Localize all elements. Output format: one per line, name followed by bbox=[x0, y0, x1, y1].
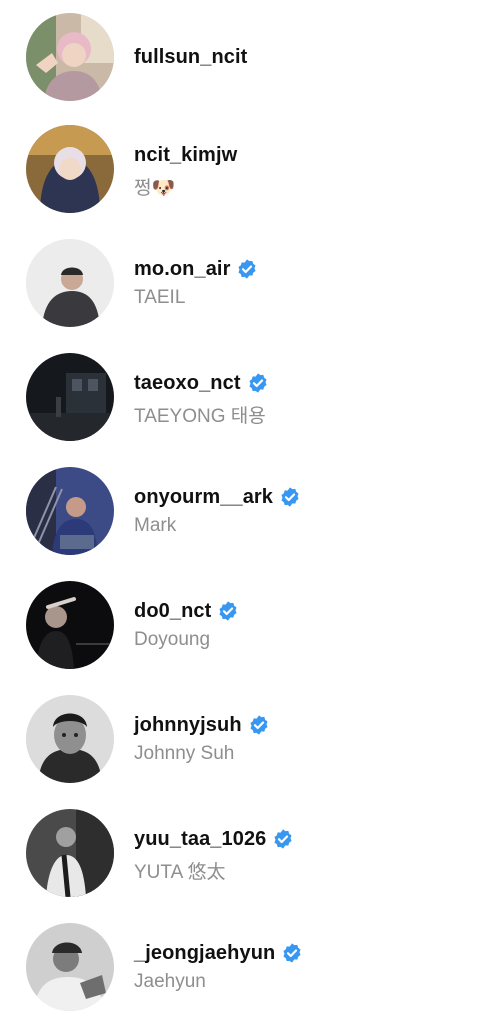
account-row[interactable]: do0_nct Doyoung bbox=[0, 568, 480, 682]
full-name: Doyoung bbox=[134, 629, 211, 650]
username[interactable]: ncit_kimjw bbox=[134, 144, 237, 167]
following-list: fullsun_ncit ncit_kimjw 쩡🐶 mo.on_air TAE… bbox=[0, 0, 480, 1026]
account-row[interactable]: taeoxo_nct TAEYONG 태용 bbox=[0, 340, 480, 454]
account-row[interactable]: _jeongjaehyun Jaehyun bbox=[0, 910, 480, 1024]
username[interactable]: fullsun_ncit bbox=[134, 46, 247, 69]
account-row[interactable]: johnnyjsuh Johnny Suh bbox=[0, 682, 480, 796]
username[interactable]: do0_nct bbox=[134, 600, 211, 623]
account-row[interactable]: fullsun_ncit bbox=[0, 0, 480, 114]
full-name: TAEIL bbox=[134, 287, 186, 308]
full-name: Mark bbox=[134, 515, 177, 536]
username[interactable]: yuu_taa_1026 bbox=[134, 828, 266, 851]
verified-badge-icon bbox=[281, 487, 299, 507]
account-row[interactable]: mo.on_air TAEIL bbox=[0, 226, 480, 340]
avatar[interactable] bbox=[26, 13, 114, 101]
full-name: 쩡🐶 bbox=[134, 177, 176, 199]
verified-badge-icon bbox=[274, 829, 292, 849]
account-row[interactable]: yuu_taa_1026 YUTA 悠太 bbox=[0, 796, 480, 910]
verified-badge-icon bbox=[219, 601, 237, 621]
avatar-photo-icon bbox=[26, 13, 114, 101]
full-name: YUTA 悠太 bbox=[134, 862, 226, 883]
username[interactable]: _jeongjaehyun bbox=[134, 942, 275, 965]
username[interactable]: taeoxo_nct bbox=[134, 372, 241, 395]
avatar[interactable] bbox=[26, 125, 114, 213]
username[interactable]: johnnyjsuh bbox=[134, 714, 242, 737]
verified-badge-icon bbox=[283, 943, 301, 963]
full-name: TAEYONG 태용 bbox=[134, 406, 266, 427]
avatar[interactable] bbox=[26, 695, 114, 783]
verified-badge-icon bbox=[250, 715, 268, 735]
avatar[interactable] bbox=[26, 809, 114, 897]
verified-badge-icon bbox=[238, 259, 257, 279]
verified-badge-icon bbox=[249, 373, 267, 393]
avatar-photo-icon bbox=[26, 467, 114, 555]
account-row[interactable]: ncit_kimjw 쩡🐶 bbox=[0, 112, 480, 226]
username[interactable]: mo.on_air bbox=[134, 258, 230, 281]
username[interactable]: onyourm__ark bbox=[134, 486, 273, 509]
avatar-photo-icon bbox=[26, 125, 114, 213]
avatar[interactable] bbox=[26, 353, 114, 441]
avatar[interactable] bbox=[26, 467, 114, 555]
avatar[interactable] bbox=[26, 581, 114, 669]
account-row[interactable]: onyourm__ark Mark bbox=[0, 454, 480, 568]
full-name: Johnny Suh bbox=[134, 743, 235, 764]
avatar-photo-icon bbox=[26, 923, 114, 1011]
avatar-photo-icon bbox=[26, 239, 114, 327]
full-name: Jaehyun bbox=[134, 971, 206, 992]
avatar[interactable] bbox=[26, 923, 114, 1011]
avatar-photo-icon bbox=[26, 581, 114, 669]
avatar-photo-icon bbox=[26, 353, 114, 441]
avatar[interactable] bbox=[26, 239, 114, 327]
avatar-photo-icon bbox=[26, 809, 114, 897]
avatar-photo-icon bbox=[26, 695, 114, 783]
